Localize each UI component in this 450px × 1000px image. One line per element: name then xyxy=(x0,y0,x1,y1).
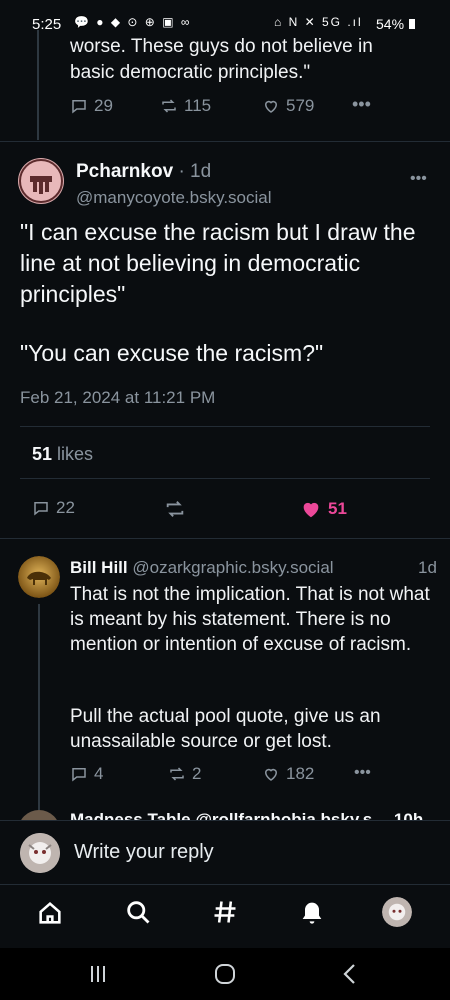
prev-post-text-2: basic democratic principles." xyxy=(70,62,311,83)
reply-more-button[interactable]: ••• xyxy=(354,764,371,782)
author-handle[interactable]: @manycoyote.bsky.social xyxy=(76,188,272,208)
recent-apps-icon[interactable] xyxy=(88,964,108,989)
reply-reply-button[interactable]: 4 xyxy=(70,764,103,784)
reply-input[interactable]: Write your reply xyxy=(74,841,214,864)
reply-author-row: Bill Hill @ozarkgraphic.bsky.social xyxy=(70,558,370,578)
heart-icon xyxy=(264,768,278,781)
reply-repost-button[interactable]: 2 xyxy=(168,764,201,784)
reply-composer[interactable]: Write your reply xyxy=(0,820,450,884)
hashtag-icon[interactable] xyxy=(211,898,239,931)
prev-like-button[interactable]: 579 xyxy=(262,96,314,116)
thread-line xyxy=(38,604,40,810)
prev-post-text-1: worse. These guys do not believe in xyxy=(70,36,373,57)
reply-button[interactable]: 22 xyxy=(32,498,75,518)
post-timestamp: Feb 21, 2024 at 11:21 PM xyxy=(20,388,216,407)
repost-icon xyxy=(166,501,184,517)
reply-like-button[interactable]: 182 xyxy=(262,764,314,784)
system-icons: ⌂ N ✕ 5G .ıl xyxy=(274,15,363,29)
more-button[interactable]: ••• xyxy=(410,170,427,188)
avatar[interactable] xyxy=(382,897,412,927)
back-icon[interactable] xyxy=(342,963,358,990)
battery-level: 54% xyxy=(376,16,416,32)
author-name[interactable]: Pcharnkov xyxy=(76,161,173,182)
avatar[interactable] xyxy=(18,556,60,598)
post-text-p2: "You can excuse the racism?" xyxy=(20,340,324,366)
home-circle-icon[interactable] xyxy=(214,963,236,990)
next-reply-peek: Madness Table @rollfarnhobia.bsky.s… 10h xyxy=(0,806,450,820)
bell-icon[interactable] xyxy=(298,898,326,931)
reply-icon xyxy=(72,768,86,782)
reply-icon xyxy=(72,100,86,114)
thread-line xyxy=(37,30,39,140)
divider xyxy=(20,478,430,479)
post-text-p1: "I can excuse the racism but I draw the … xyxy=(20,219,416,307)
heart-icon xyxy=(303,502,319,518)
avatar xyxy=(20,833,60,873)
divider xyxy=(20,426,430,427)
like-button[interactable]: 51 xyxy=(300,498,347,520)
divider xyxy=(0,141,450,142)
avatar xyxy=(18,810,60,820)
next-reply-header: Madness Table @rollfarnhobia.bsky.s… 10h xyxy=(70,810,424,820)
reply-text-p1: That is not the implication. That is not… xyxy=(70,584,430,655)
divider xyxy=(0,538,450,539)
reply-icon xyxy=(34,502,48,516)
system-nav-bar xyxy=(0,948,450,1000)
reply-handle[interactable]: @ozarkgraphic.bsky.social xyxy=(132,558,333,577)
reply-author-name[interactable]: Bill Hill xyxy=(70,558,128,577)
repost-icon xyxy=(170,767,184,781)
post-age: · 1d xyxy=(178,161,212,182)
search-icon[interactable] xyxy=(124,898,152,931)
prev-repost-button[interactable]: 115 xyxy=(160,96,211,116)
notification-icons: 💬 ● ◆ ⊙ ⊕ ▣ ∞ xyxy=(74,15,192,29)
repost-icon xyxy=(162,99,176,113)
repost-button[interactable] xyxy=(164,498,186,520)
home-icon[interactable] xyxy=(36,899,64,932)
prev-reply-button[interactable]: 29 xyxy=(70,96,113,116)
prev-more-button[interactable]: ••• xyxy=(352,94,371,115)
reply-text-p2: Pull the actual pool quote, give us an u… xyxy=(70,706,381,752)
bottom-tab-bar xyxy=(0,884,450,948)
avatar[interactable] xyxy=(18,158,64,204)
reply-age: 1d xyxy=(418,558,437,577)
author-row: Pcharnkov · 1d xyxy=(76,161,211,183)
likes-count[interactable]: 51 likes xyxy=(32,444,93,465)
heart-icon xyxy=(264,100,278,113)
